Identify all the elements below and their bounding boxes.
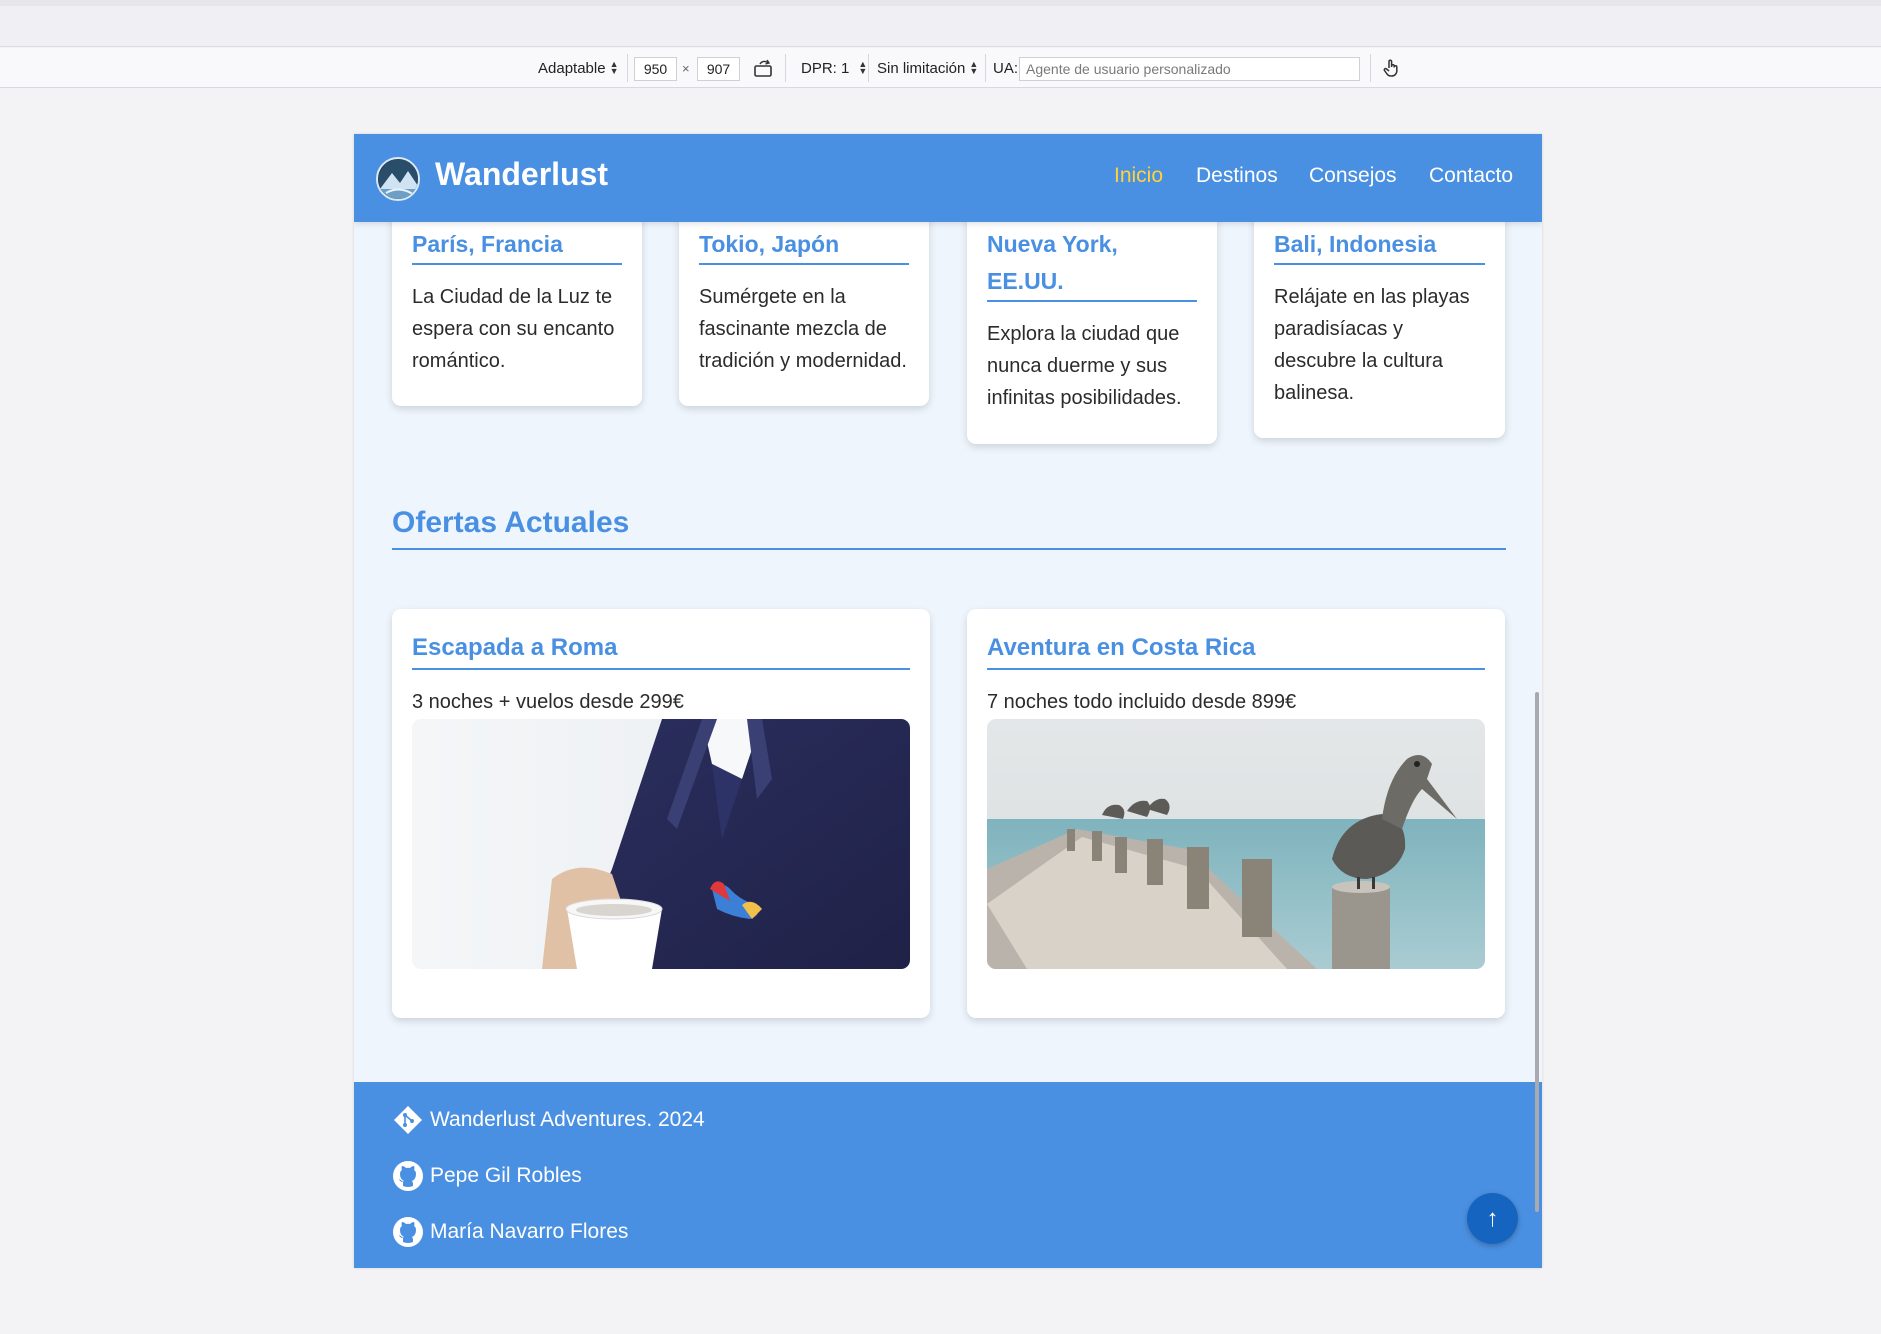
destination-title: París, Francia: [412, 226, 622, 265]
nav-link-inicio[interactable]: Inicio: [1114, 164, 1163, 188]
page-scrollbar[interactable]: [1535, 692, 1539, 1212]
throttle-select[interactable]: Sin limitación ▲ ▼: [877, 48, 978, 88]
nav-link-consejos[interactable]: Consejos: [1309, 164, 1397, 188]
device-mode-select[interactable]: Adaptable ▲ ▼: [538, 48, 618, 88]
github-icon: [393, 1217, 423, 1247]
select-arrows-icon: ▲ ▼: [969, 59, 979, 76]
brand-name[interactable]: Wanderlust: [435, 156, 608, 193]
mountain-logo-icon: [378, 159, 418, 199]
touch-simulation-button[interactable]: [1380, 48, 1402, 88]
offer-description: 3 noches + vuelos desde 299€: [412, 691, 684, 713]
hand-pointer-icon: [1383, 59, 1398, 77]
author-name: Pepe Gil Robles: [430, 1164, 582, 1187]
viewport-height-input[interactable]: 907: [697, 57, 740, 81]
site-footer: Wanderlust Adventures. 2024 Pepe Gil Rob…: [354, 1082, 1542, 1268]
footer-author-link[interactable]: María Navarro Flores: [392, 1216, 628, 1248]
toolbar-divider: [785, 54, 786, 82]
offer-image-roma: [412, 719, 910, 969]
toolbar-divider: [627, 54, 628, 82]
destination-title: Tokio, Japón: [699, 226, 909, 265]
offer-description: 7 noches todo incluido desde 899€: [987, 691, 1297, 713]
viewport-width-input[interactable]: 950: [634, 57, 677, 81]
toolbar-divider: [868, 54, 869, 82]
toolbar-divider: [1370, 54, 1371, 82]
nav-link-contacto[interactable]: Contacto: [1429, 164, 1513, 188]
offer-title: Aventura en Costa Rica: [987, 631, 1485, 670]
offer-title: Escapada a Roma: [412, 631, 910, 670]
dpr-select[interactable]: DPR: 1 ▲ ▼: [801, 48, 867, 88]
ua-label: UA:: [993, 59, 1019, 77]
github-icon: [393, 1161, 423, 1191]
destination-description: Relájate en las playas paradisíacas y de…: [1274, 286, 1470, 404]
page-viewport: París, Francia La Ciudad de la Luz te es…: [354, 134, 1542, 1268]
destination-card-bali[interactable]: Bali, Indonesia Relájate en las playas p…: [1254, 194, 1505, 438]
footer-author-link[interactable]: Pepe Gil Robles: [392, 1160, 582, 1192]
destination-card-new-york[interactable]: Nueva York, EE.UU. Explora la ciudad que…: [967, 194, 1217, 444]
select-arrows-icon: ▲ ▼: [609, 59, 619, 76]
destination-description: Explora la ciudad que nunca duerme y sus…: [987, 323, 1182, 409]
brand-logo[interactable]: [376, 157, 420, 201]
destination-title: Nueva York, EE.UU.: [987, 226, 1197, 302]
pelicans-on-pier-photo: [987, 719, 1485, 969]
device-toolbar: Adaptable ▲ ▼ 950 × 907 DPR: 1 ▲ ▼ Sin lim…: [0, 48, 1881, 88]
offer-image-costa-rica: [987, 719, 1485, 969]
offers-section-title: Ofertas Actuales: [392, 506, 630, 539]
rotate-button[interactable]: [752, 48, 774, 88]
back-to-top-button[interactable]: ↑: [1467, 1193, 1518, 1244]
rotate-icon: [754, 59, 772, 77]
section-divider: [392, 548, 1506, 550]
dimension-separator: ×: [682, 60, 690, 76]
devtools-tab-area: [0, 6, 1881, 47]
toolbar-divider: [985, 54, 986, 82]
nav-link-destinos[interactable]: Destinos: [1196, 164, 1278, 188]
footer-copyright: Wanderlust Adventures. 2024: [392, 1104, 705, 1136]
dpr-label: DPR: 1: [801, 59, 850, 77]
destination-card-tokyo[interactable]: Tokio, Japón Sumérgete en la fascinante …: [679, 194, 929, 406]
destination-description: Sumérgete en la fascinante mezcla de tra…: [699, 286, 907, 372]
throttle-label: Sin limitación: [877, 59, 966, 77]
destination-description: La Ciudad de la Luz te espera con su enc…: [412, 286, 615, 372]
offer-card-costa-rica[interactable]: Aventura en Costa Rica 7 noches todo inc…: [967, 609, 1505, 1018]
git-icon: [394, 1106, 422, 1134]
destination-card-paris[interactable]: París, Francia La Ciudad de la Luz te es…: [392, 194, 642, 406]
destination-title: Bali, Indonesia: [1274, 226, 1485, 265]
offer-card-roma[interactable]: Escapada a Roma 3 noches + vuelos desde …: [392, 609, 930, 1018]
user-agent-input[interactable]: Agente de usuario personalizado: [1019, 57, 1360, 81]
man-in-suit-with-coffee-photo: [412, 719, 910, 969]
copyright-text: Wanderlust Adventures. 2024: [430, 1108, 705, 1131]
author-name: María Navarro Flores: [430, 1220, 629, 1243]
select-arrows-icon: ▲ ▼: [858, 59, 868, 76]
device-mode-label: Adaptable: [538, 59, 606, 77]
site-header: Wanderlust Inicio Destinos Consejos Cont…: [354, 134, 1542, 222]
